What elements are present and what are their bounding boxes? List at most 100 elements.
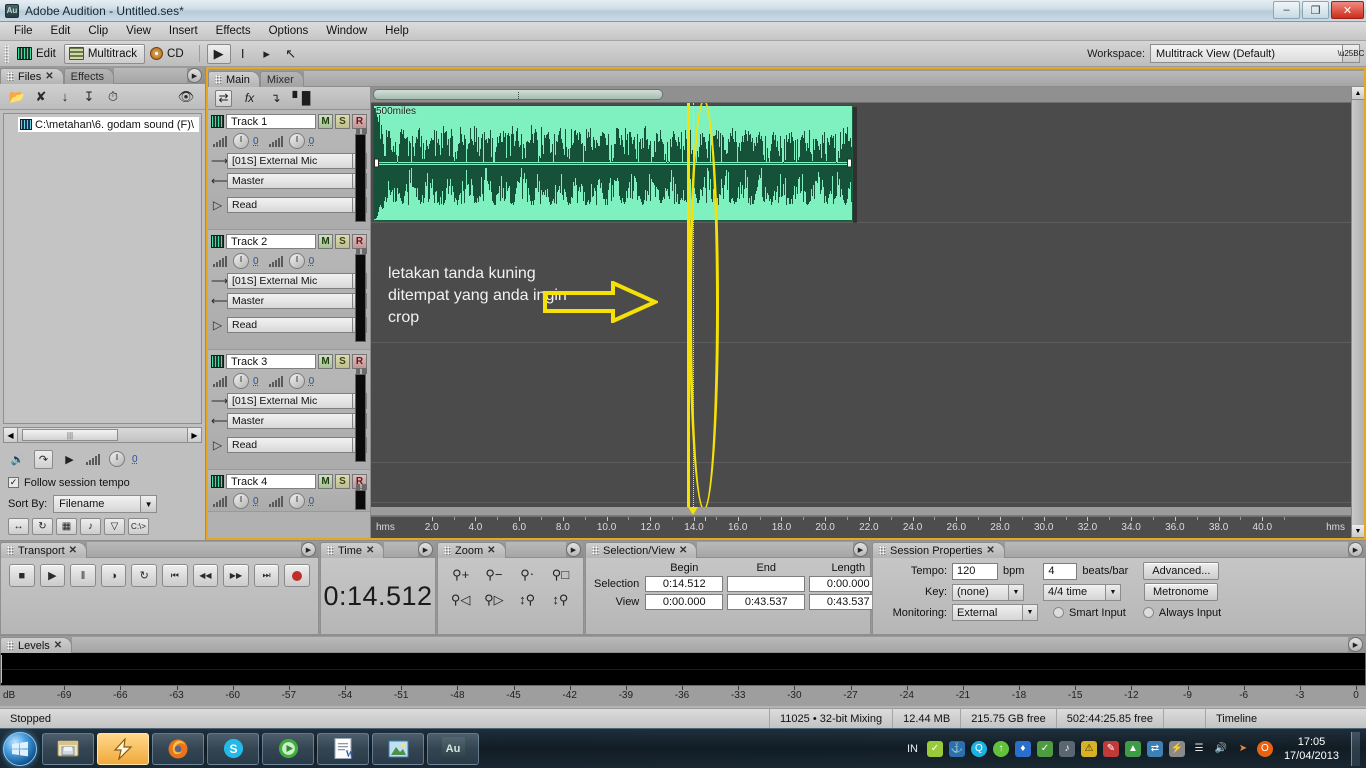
track-pan-knob[interactable] (288, 133, 305, 149)
tray-notepad-icon[interactable]: ✎ (1102, 740, 1119, 757)
scroll-thumb[interactable] (373, 89, 663, 100)
show-loops-icon[interactable]: ↻ (32, 518, 53, 535)
level-meter-display[interactable] (0, 653, 1366, 686)
play-looped-button[interactable]: ↻ (131, 564, 157, 587)
automation-expand-icon[interactable]: ▷ (211, 438, 224, 452)
close-icon[interactable]: ✕ (69, 545, 77, 556)
mode-button-cd[interactable]: CD (145, 44, 192, 64)
tray-idm-icon[interactable]: ▲ (1124, 740, 1141, 757)
tray-usb-icon[interactable]: ⚡ (1168, 740, 1185, 757)
taskbar-adobe-audition[interactable]: Au (427, 732, 479, 765)
sort-by-dropdown[interactable]: Filename ▼ (53, 495, 158, 513)
view-begin-field[interactable]: 0:00.000 (645, 594, 724, 610)
taskbar-firefox[interactable] (152, 732, 204, 765)
time-selection-tool-icon[interactable]: I (231, 44, 255, 64)
taskbar-media-player[interactable] (262, 732, 314, 765)
track-volume-knob[interactable] (233, 373, 249, 389)
time-display[interactable]: 0:14.512 (321, 558, 435, 634)
track-input-dropdown[interactable]: [01S] External Mic ▶ (227, 273, 367, 289)
menu-file[interactable]: File (6, 24, 41, 38)
show-audio-files-icon[interactable]: ↔ (8, 518, 29, 535)
track-controls[interactable]: Track 4 M S R 0 0 (208, 470, 370, 512)
track-mute-button[interactable]: M (318, 474, 333, 489)
track-pan-knob[interactable] (288, 253, 305, 269)
rewind-button[interactable]: ◀◀ (192, 564, 219, 587)
start-button[interactable] (3, 731, 37, 766)
menu-insert[interactable]: Insert (161, 24, 206, 38)
panel-menu-icon[interactable]: ▶ (566, 542, 581, 557)
track-solo-button[interactable]: S (335, 474, 350, 489)
record-button[interactable] (284, 564, 310, 587)
metronome-button[interactable]: Metronome (1144, 583, 1218, 601)
taskbar-winamp[interactable] (97, 732, 149, 765)
tray-language-indicator[interactable]: IN (907, 743, 918, 755)
menu-view[interactable]: View (118, 24, 159, 38)
track-eq-icon[interactable]: ▘█ (293, 90, 311, 107)
move-select-tool-icon[interactable]: ▶ (206, 43, 231, 64)
tray-update-icon[interactable]: ↑ (992, 740, 1009, 757)
taskbar-clock[interactable]: 17:05 17/04/2013 (1284, 735, 1339, 763)
filter-view-icon[interactable]: ▽ (104, 518, 125, 535)
monitoring-dropdown[interactable]: External ▼ (952, 604, 1038, 621)
track-controls[interactable]: Track 1 M S R 0 0 ⟶ [01S] External Mic ⟵… (208, 110, 370, 230)
selection-begin-field[interactable]: 0:14.512 (645, 576, 724, 592)
key-dropdown[interactable]: (none) ▼ (952, 583, 1024, 601)
tab-effects[interactable]: Effects (63, 68, 115, 84)
show-options-icon[interactable]: 👁 (173, 88, 199, 106)
tab-transport[interactable]: Transport ✕ (0, 542, 88, 558)
go-to-beginning-button[interactable]: ⏮ (161, 564, 188, 587)
track-name-input[interactable]: Track 4 (226, 474, 316, 489)
panel-menu-icon[interactable]: ▶ (853, 542, 868, 557)
close-icon[interactable]: ✕ (45, 71, 53, 82)
timeline-ruler[interactable]: hms hms 2.0 4.0 6.0 8.0 10.0 12.0 14.0 16.0 18.0… (371, 516, 1351, 538)
view-end-field[interactable]: 0:43.537 (727, 594, 806, 610)
taskbar-word[interactable]: W (317, 732, 369, 765)
track-pan-knob[interactable] (288, 373, 305, 389)
track-inputs-outputs-icon[interactable]: ⇄ (215, 89, 232, 107)
tab-zoom[interactable]: Zoom ✕ (437, 542, 506, 558)
play-from-cursor-to-end-button[interactable]: ◑ (100, 564, 127, 587)
always-input-radio[interactable] (1142, 607, 1154, 618)
track-name-input[interactable]: Track 3 (226, 354, 316, 369)
tray-antivirus-icon[interactable]: ✓ (926, 740, 943, 757)
workspace-dropdown[interactable]: Multitrack View (Default) \u25BC (1150, 44, 1364, 63)
track-volume-knob[interactable] (233, 253, 249, 269)
import-file-icon[interactable]: 📂 (8, 88, 26, 106)
selection-end-field[interactable] (727, 576, 806, 592)
preview-speaker-icon[interactable]: 🔊 (8, 450, 27, 469)
tray-share-icon[interactable]: ⇄ (1146, 740, 1163, 757)
beats-per-bar-input[interactable]: 4 (1043, 562, 1078, 580)
play-button[interactable]: ▶ (39, 564, 66, 587)
menu-clip[interactable]: Clip (80, 24, 116, 38)
panel-menu-icon[interactable]: ▶ (187, 68, 202, 83)
track-automation-dropdown[interactable]: Read ▼ (227, 437, 367, 453)
track-mute-button[interactable]: M (318, 234, 333, 249)
clip-right-handle[interactable] (847, 158, 852, 168)
preview-volume-knob[interactable] (109, 451, 125, 467)
zoom-out-vertically-icon[interactable]: ↕⚲ (545, 588, 576, 611)
timeline-horizontal-scrollbar[interactable] (371, 87, 1351, 103)
preview-play-icon[interactable]: ▶ (60, 450, 79, 469)
smart-input-radio[interactable] (1053, 607, 1064, 618)
track-volume-knob[interactable] (233, 493, 249, 509)
track-output-dropdown[interactable]: Master ▶ (227, 413, 367, 429)
track-solo-button[interactable]: S (335, 114, 350, 129)
stop-button[interactable]: ■ (9, 564, 35, 587)
marker-lane[interactable] (371, 507, 1351, 516)
tray-opera-icon[interactable]: O (1256, 740, 1273, 757)
show-full-paths-icon[interactable]: C:\> (128, 518, 149, 535)
menu-window[interactable]: Window (318, 24, 375, 38)
track-input-dropdown[interactable]: [01S] External Mic ▶ (227, 393, 367, 409)
follow-session-tempo-row[interactable]: ✓ Follow session tempo (0, 473, 205, 492)
timeline-tracks-area[interactable]: 500miles letakan tanda kuning ditempat y… (371, 103, 1351, 507)
files-horizontal-scrollbar[interactable]: ◀ ||| ▶ (3, 427, 202, 443)
list-item[interactable]: C:\metahan\6. godam sound (F)\ (18, 117, 199, 132)
files-list[interactable]: C:\metahan\6. godam sound (F)\ (3, 113, 202, 424)
loop-preview-icon[interactable]: ↷ (34, 449, 53, 469)
zoom-in-to-right-edge-icon[interactable]: ⚲▷ (478, 588, 509, 611)
tray-signal-icon[interactable]: ☰ (1191, 741, 1207, 757)
tab-selection-view[interactable]: Selection/View ✕ (585, 542, 698, 558)
track-record-button[interactable]: R (352, 354, 367, 369)
track-mute-button[interactable]: M (318, 114, 333, 129)
track-name-input[interactable]: Track 1 (226, 114, 316, 129)
